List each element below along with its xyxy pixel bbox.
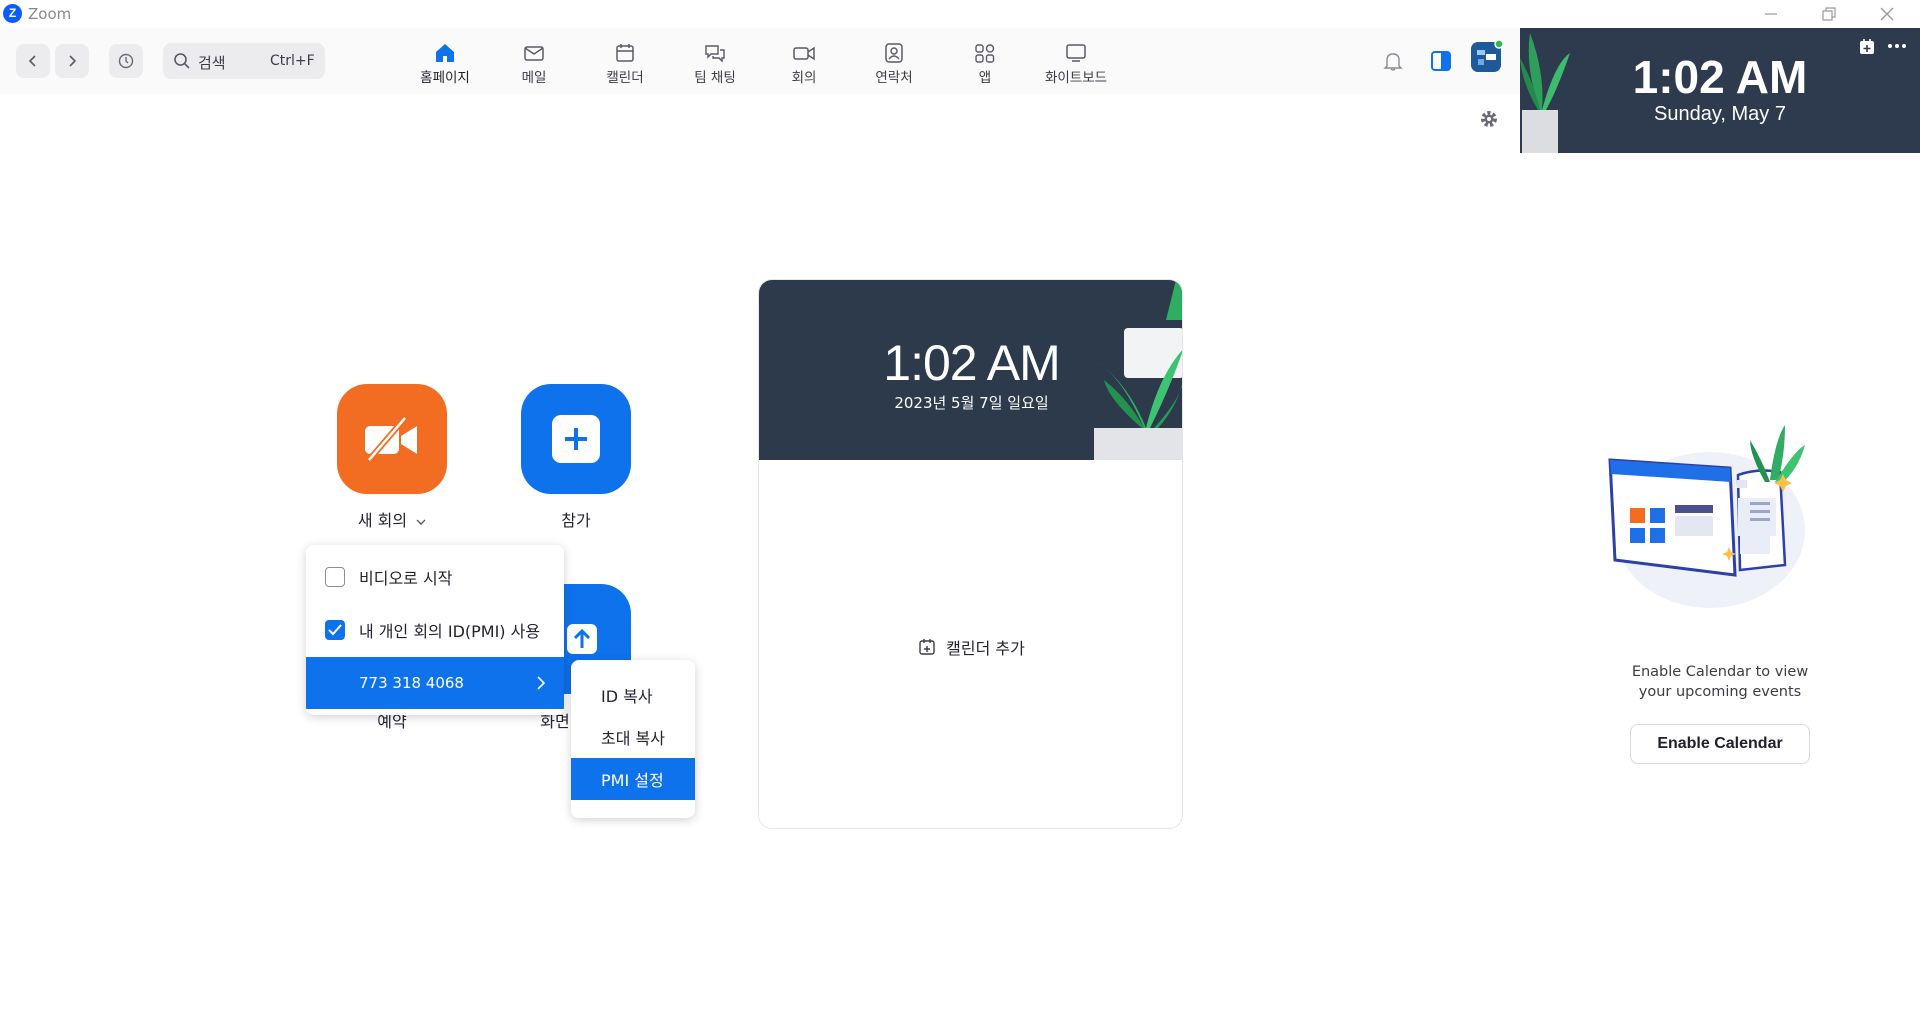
bell-icon: [1383, 53, 1403, 71]
arrow-up-icon: [567, 624, 597, 654]
pmi-number-option[interactable]: 773 318 4068: [306, 657, 564, 709]
copy-id-option[interactable]: ID 복사: [571, 674, 695, 716]
chevron-right-icon: [69, 55, 77, 67]
chevron-down-icon: [416, 519, 426, 525]
home-icon: [436, 44, 454, 62]
tab-whiteboard-label: 화이트보드: [1044, 70, 1108, 86]
pmi-settings-option[interactable]: PMI 설정: [571, 758, 695, 800]
restore-icon: [1822, 7, 1836, 21]
side-panel-icon: [1431, 51, 1451, 71]
card-date: 2023년 5월 7일 일요일: [894, 394, 1049, 412]
forward-button[interactable]: [55, 44, 89, 78]
add-calendar-label: 캘린더 추가: [946, 639, 1025, 658]
enable-calendar-text-2: your upcoming events: [1638, 684, 1802, 700]
tab-apps[interactable]: 앱: [968, 42, 1002, 86]
tab-team-chat-label: 팀 채팅: [694, 70, 736, 86]
more-options-button[interactable]: [1886, 36, 1908, 60]
history-icon: [118, 53, 134, 69]
new-meeting-label[interactable]: 새 회의: [337, 507, 447, 531]
chat-icon: [705, 45, 725, 63]
use-pmi-checkbox[interactable]: [325, 620, 345, 640]
more-icon: [1888, 44, 1906, 48]
tab-meetings-label: 회의: [791, 70, 817, 86]
start-with-video-checkbox[interactable]: [325, 567, 345, 587]
contacts-icon: [885, 43, 903, 63]
tab-meetings[interactable]: 회의: [784, 42, 824, 86]
add-calendar-button[interactable]: 캘린더 추가: [759, 635, 1182, 659]
use-pmi-label: 내 개인 회의 ID(PMI) 사용: [359, 622, 541, 641]
search-input[interactable]: 검색 Ctrl+F: [163, 43, 325, 79]
tab-contacts[interactable]: 연락처: [867, 42, 921, 86]
settings-button[interactable]: [1478, 108, 1500, 134]
minimize-icon: [1765, 13, 1777, 15]
calendar-card-header: 1:02 AM 2023년 5월 7일 일요일: [759, 280, 1182, 460]
close-icon: [1880, 7, 1894, 21]
zoom-logo-icon: Z: [3, 4, 22, 23]
enable-calendar-text-1: Enable Calendar to view: [1631, 664, 1809, 680]
checkmark-icon: [328, 624, 342, 636]
history-button[interactable]: [109, 44, 143, 78]
tab-team-chat[interactable]: 팀 채팅: [687, 42, 743, 86]
restore-button[interactable]: [1800, 0, 1858, 28]
calendar-illustration-icon: [1608, 425, 1805, 608]
tab-home[interactable]: 홈페이지: [412, 42, 478, 86]
start-with-video-label: 비디오로 시작: [359, 569, 453, 588]
clock-panel: 1:02 AM Sunday, May 7: [1520, 28, 1920, 153]
pmi-number: 773 318 4068: [359, 674, 464, 692]
calendar-add-icon: [1860, 39, 1874, 54]
app-title: Zoom: [28, 5, 72, 23]
title-bar: Z Zoom: [0, 0, 1920, 28]
calendar-card: 1:02 AM 2023년 5월 7일 일요일 캘린더 추가: [758, 279, 1183, 829]
join-label: 참가: [561, 511, 591, 530]
profile-avatar[interactable]: [1471, 39, 1504, 76]
calendar-add-icon: [919, 639, 935, 655]
close-button[interactable]: [1858, 0, 1916, 28]
calendar-add-button[interactable]: [1858, 38, 1876, 60]
tab-calendar-label: 캘린더: [606, 70, 644, 86]
tab-whiteboard[interactable]: 화이트보드: [1036, 42, 1116, 86]
start-with-video-option[interactable]: 비디오로 시작: [306, 551, 564, 603]
tab-mail-label: 메일: [521, 70, 547, 86]
clock-date: Sunday, May 7: [1654, 103, 1786, 125]
tab-apps-label: 앱: [978, 70, 992, 86]
copy-invite-option[interactable]: 초대 복사: [571, 716, 695, 758]
mail-icon: [524, 46, 544, 61]
search-shortcut: Ctrl+F: [270, 53, 315, 69]
minimize-button[interactable]: [1742, 0, 1800, 28]
card-time: 1:02 AM: [883, 335, 1060, 391]
avatar-icon: [1471, 39, 1504, 72]
chevron-left-icon: [28, 55, 36, 67]
tab-contacts-label: 연락처: [875, 70, 913, 86]
whiteboard-icon: [1066, 44, 1086, 62]
join-button[interactable]: [521, 384, 631, 494]
side-panel-toggle-button[interactable]: [1430, 50, 1452, 76]
tab-mail[interactable]: 메일: [509, 42, 559, 86]
gear-icon: [1481, 111, 1497, 127]
new-meeting-button[interactable]: [337, 384, 447, 494]
main-toolbar: 검색 Ctrl+F 홈페이지 메일 캘린더 팀 채팅 회의 연락처 앱 화이트보…: [0, 28, 1520, 127]
new-meeting-dropdown: 비디오로 시작 내 개인 회의 ID(PMI) 사용 773 318 4068: [306, 545, 564, 715]
video-off-icon: [365, 416, 417, 462]
calendar-icon: [616, 44, 634, 62]
enable-calendar-button[interactable]: Enable Calendar: [1630, 724, 1810, 764]
video-icon: [793, 46, 815, 61]
tab-home-label: 홈페이지: [420, 70, 470, 86]
use-pmi-option[interactable]: 내 개인 회의 ID(PMI) 사용: [306, 604, 564, 656]
enable-calendar-description: Enable Calendar to view your upcoming ev…: [1610, 662, 1830, 702]
plus-icon: [552, 415, 600, 463]
chevron-right-icon: [537, 676, 546, 690]
search-label: 검색: [198, 54, 226, 72]
back-button[interactable]: [16, 44, 50, 78]
notifications-button[interactable]: [1382, 50, 1404, 76]
apps-icon: [975, 44, 995, 63]
pmi-submenu: ID 복사 초대 복사 PMI 설정: [571, 660, 695, 818]
search-icon: [174, 53, 190, 69]
tab-calendar[interactable]: 캘린더: [598, 42, 652, 86]
